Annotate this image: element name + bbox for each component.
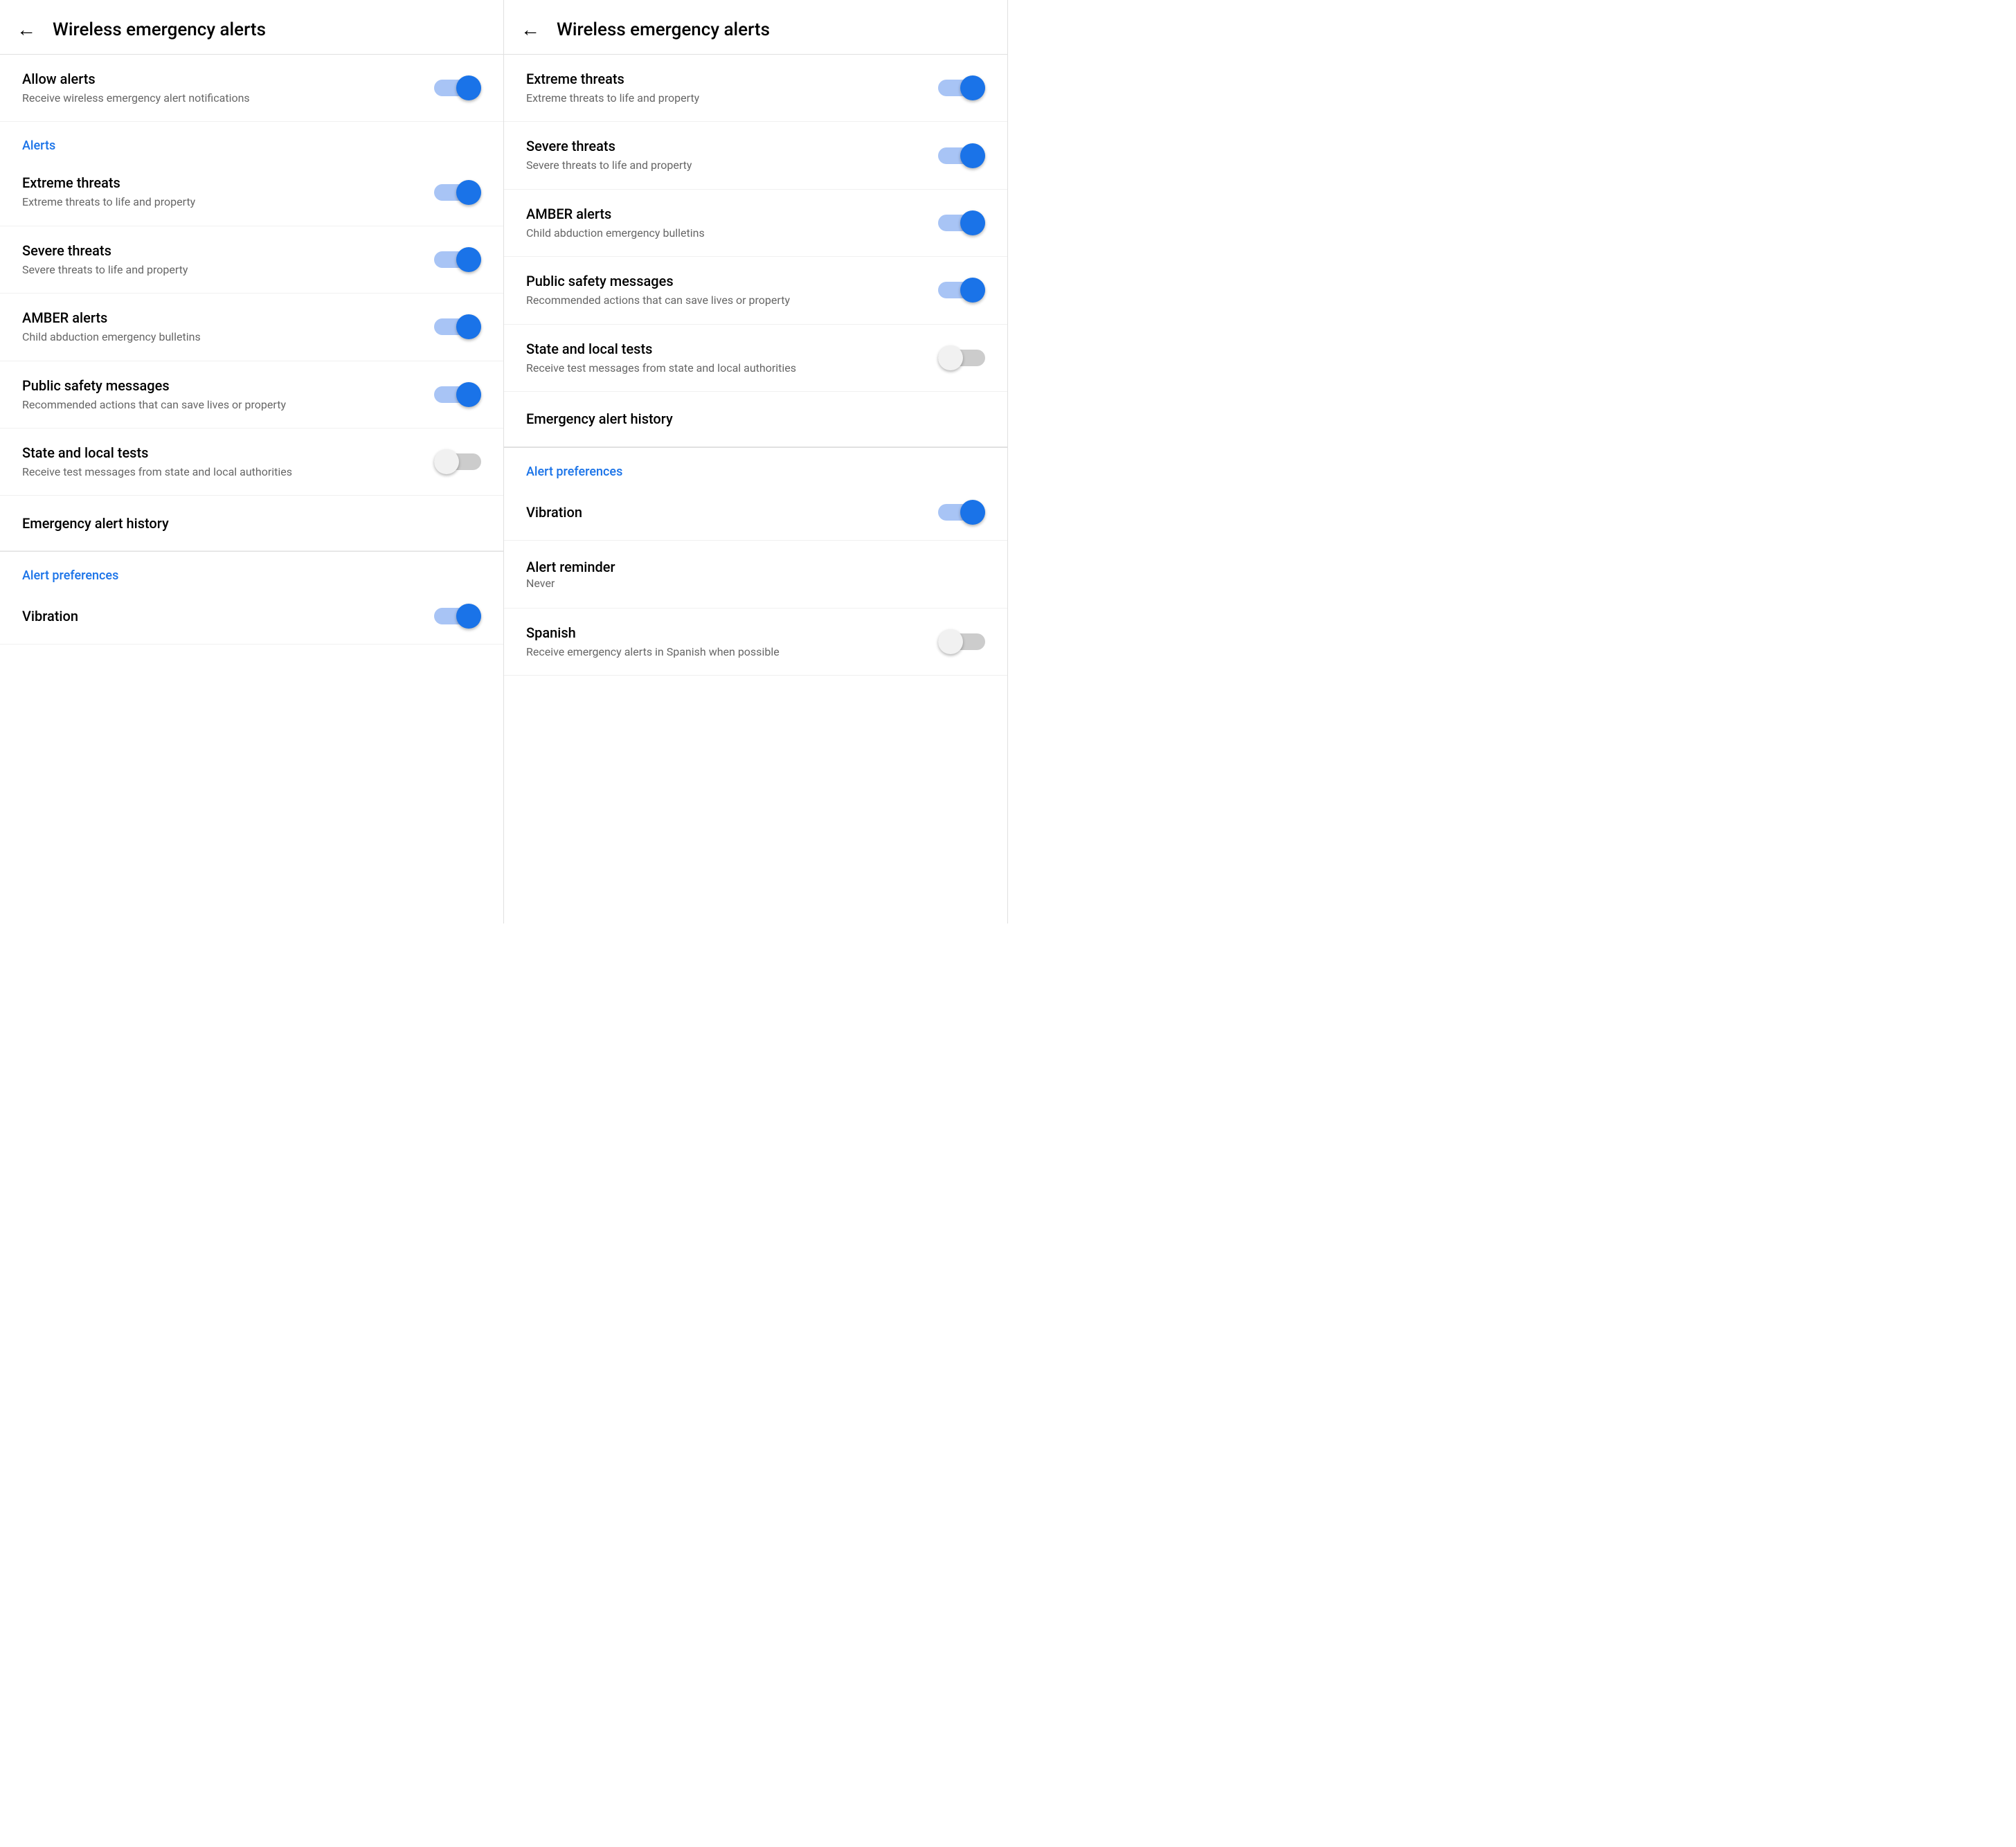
public-safety-toggle-right[interactable]: [938, 278, 985, 303]
emergency-history-title-right: Emergency alert history: [526, 411, 673, 427]
toggle-thumb: [456, 604, 481, 629]
allow-alerts-title: Allow alerts: [22, 70, 417, 88]
severe-threats-subtitle-left: Severe threats to life and property: [22, 262, 417, 278]
vibration-toggle-right[interactable]: [938, 500, 985, 525]
page-title-left: Wireless emergency alerts: [53, 19, 266, 40]
extreme-threats-subtitle-left: Extreme threats to life and property: [22, 195, 417, 210]
toggle-thumb: [960, 210, 985, 235]
toggle-thumb: [960, 278, 985, 303]
public-safety-toggle-left[interactable]: [434, 382, 481, 407]
toggle-thumb: [456, 314, 481, 339]
toggle-thumb: [938, 345, 963, 370]
spanish-toggle-right[interactable]: [938, 629, 985, 654]
public-safety-title-right: Public safety messages: [526, 272, 921, 290]
alert-reminder-value-right: Never: [526, 577, 615, 590]
public-safety-subtitle-left: Recommended actions that can save lives …: [22, 397, 417, 413]
header-right: ← Wireless emergency alerts: [504, 0, 1007, 55]
vibration-item-right[interactable]: Vibration: [504, 485, 1007, 541]
preferences-section-header-left: Alert preferences: [0, 551, 503, 588]
emergency-history-title-left: Emergency alert history: [22, 515, 169, 532]
amber-alerts-item-left[interactable]: AMBER alerts Child abduction emergency b…: [0, 294, 503, 361]
extreme-threats-title-left: Extreme threats: [22, 174, 417, 192]
panel-right: ← Wireless emergency alerts Extreme thre…: [504, 0, 1008, 924]
emergency-history-right[interactable]: Emergency alert history: [504, 392, 1007, 447]
amber-alerts-toggle-left[interactable]: [434, 314, 481, 339]
severe-threats-subtitle-right: Severe threats to life and property: [526, 158, 921, 173]
preferences-section-header-right: Alert preferences: [504, 447, 1007, 485]
state-local-subtitle-left: Receive test messages from state and loc…: [22, 465, 417, 480]
public-safety-item-left[interactable]: Public safety messages Recommended actio…: [0, 361, 503, 429]
extreme-threats-title-right: Extreme threats: [526, 70, 921, 88]
amber-alerts-subtitle-left: Child abduction emergency bulletins: [22, 330, 417, 345]
toggle-thumb: [456, 382, 481, 407]
state-local-title-left: State and local tests: [22, 444, 417, 462]
amber-alerts-title-left: AMBER alerts: [22, 309, 417, 327]
extreme-threats-item-right[interactable]: Extreme threats Extreme threats to life …: [504, 55, 1007, 122]
back-button-left[interactable]: ←: [17, 20, 36, 39]
public-safety-item-right[interactable]: Public safety messages Recommended actio…: [504, 257, 1007, 324]
vibration-title-left: Vibration: [22, 607, 417, 625]
state-local-subtitle-right: Receive test messages from state and loc…: [526, 361, 921, 376]
vibration-item-left[interactable]: Vibration: [0, 588, 503, 645]
alert-reminder-item-right[interactable]: Alert reminder Never: [504, 541, 1007, 609]
spanish-subtitle-right: Receive emergency alerts in Spanish when…: [526, 645, 921, 660]
vibration-title-right: Vibration: [526, 503, 921, 521]
allow-alerts-toggle[interactable]: [434, 75, 481, 100]
state-local-item-right[interactable]: State and local tests Receive test messa…: [504, 325, 1007, 392]
state-local-toggle-right[interactable]: [938, 345, 985, 370]
emergency-history-left[interactable]: Emergency alert history: [0, 496, 503, 551]
amber-alerts-title-right: AMBER alerts: [526, 205, 921, 223]
severe-threats-item-right[interactable]: Severe threats Severe threats to life an…: [504, 122, 1007, 189]
extreme-threats-item-left[interactable]: Extreme threats Extreme threats to life …: [0, 159, 503, 226]
toggle-thumb: [456, 180, 481, 205]
state-local-title-right: State and local tests: [526, 340, 921, 358]
alert-reminder-title-right: Alert reminder: [526, 559, 615, 575]
state-local-toggle-left[interactable]: [434, 449, 481, 474]
severe-threats-title-left: Severe threats: [22, 242, 417, 260]
amber-alerts-item-right[interactable]: AMBER alerts Child abduction emergency b…: [504, 190, 1007, 257]
panel-left: ← Wireless emergency alerts Allow alerts…: [0, 0, 504, 924]
toggle-thumb: [434, 449, 459, 474]
severe-threats-item-left[interactable]: Severe threats Severe threats to life an…: [0, 226, 503, 294]
amber-alerts-subtitle-right: Child abduction emergency bulletins: [526, 226, 921, 241]
toggle-thumb: [960, 75, 985, 100]
toggle-thumb: [960, 500, 985, 525]
alerts-section-header-left: Alerts: [0, 122, 503, 159]
page-title-right: Wireless emergency alerts: [557, 19, 770, 40]
header-left: ← Wireless emergency alerts: [0, 0, 503, 55]
amber-alerts-toggle-right[interactable]: [938, 210, 985, 235]
extreme-threats-toggle-right[interactable]: [938, 75, 985, 100]
vibration-toggle-left[interactable]: [434, 604, 481, 629]
toggle-thumb: [960, 143, 985, 168]
allow-alerts-subtitle: Receive wireless emergency alert notific…: [22, 91, 417, 106]
back-button-right[interactable]: ←: [521, 20, 540, 39]
spanish-title-right: Spanish: [526, 624, 921, 642]
allow-alerts-item[interactable]: Allow alerts Receive wireless emergency …: [0, 55, 503, 122]
toggle-thumb: [456, 247, 481, 272]
extreme-threats-toggle-left[interactable]: [434, 180, 481, 205]
severe-threats-toggle-right[interactable]: [938, 143, 985, 168]
severe-threats-toggle-left[interactable]: [434, 247, 481, 272]
state-local-item-left[interactable]: State and local tests Receive test messa…: [0, 429, 503, 496]
extreme-threats-subtitle-right: Extreme threats to life and property: [526, 91, 921, 106]
toggle-thumb: [456, 75, 481, 100]
toggle-thumb: [938, 629, 963, 654]
public-safety-title-left: Public safety messages: [22, 377, 417, 395]
public-safety-subtitle-right: Recommended actions that can save lives …: [526, 293, 921, 308]
severe-threats-title-right: Severe threats: [526, 137, 921, 155]
spanish-item-right[interactable]: Spanish Receive emergency alerts in Span…: [504, 609, 1007, 676]
